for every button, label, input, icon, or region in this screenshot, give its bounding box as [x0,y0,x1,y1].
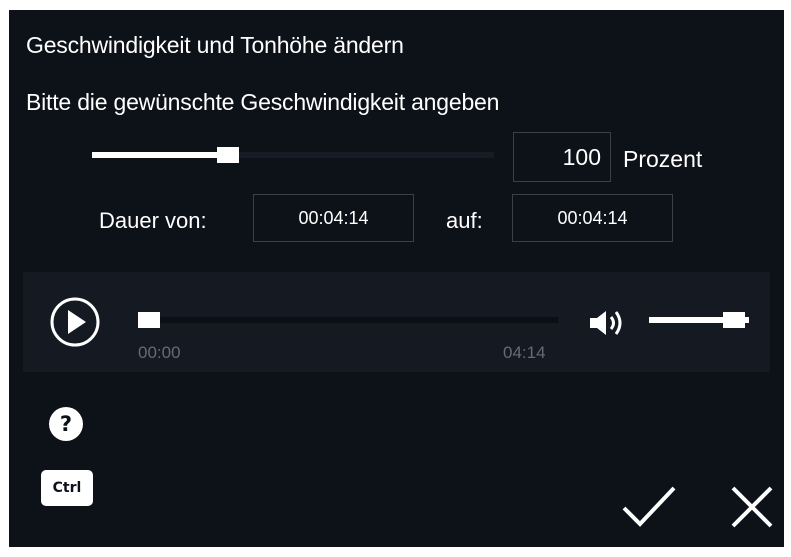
confirm-button[interactable] [620,484,678,530]
speed-slider-fill [92,152,228,158]
speed-percent-unit: Prozent [623,146,703,172]
volume-button[interactable] [587,308,627,338]
dialog-title: Geschwindigkeit und Tonhöhe ändern [26,32,404,58]
speed-slider-thumb[interactable] [217,147,239,163]
play-circle-icon [50,297,100,347]
duration-from-label: Dauer von: [99,208,207,233]
speed-slider[interactable] [92,147,494,163]
volume-slider-thumb[interactable] [723,312,745,328]
cancel-button[interactable] [729,484,775,530]
time-end: 04:14 [503,343,546,362]
close-icon [731,486,773,528]
duration-to-field[interactable] [512,194,673,242]
ctrl-key-button[interactable]: Ctrl [41,470,93,506]
play-button[interactable] [43,296,107,348]
time-start: 00:00 [138,343,181,362]
preview-player: 00:00 04:14 [23,272,770,372]
speed-prompt: Bitte die gewünschte Geschwindigkeit ang… [26,89,500,115]
speed-percent-input[interactable] [513,132,611,182]
seek-slider-thumb[interactable] [138,312,160,328]
speaker-icon [590,311,622,335]
volume-slider[interactable] [649,312,749,328]
duration-from-field[interactable] [253,194,414,242]
duration-to-label: auf: [446,208,483,233]
seek-slider[interactable] [138,312,558,328]
speed-pitch-dialog: Geschwindigkeit und Tonhöhe ändern Bitte… [9,10,784,547]
checkmark-icon [622,486,676,527]
volume-slider-fill [649,317,734,323]
help-button[interactable]: ? [49,407,83,441]
